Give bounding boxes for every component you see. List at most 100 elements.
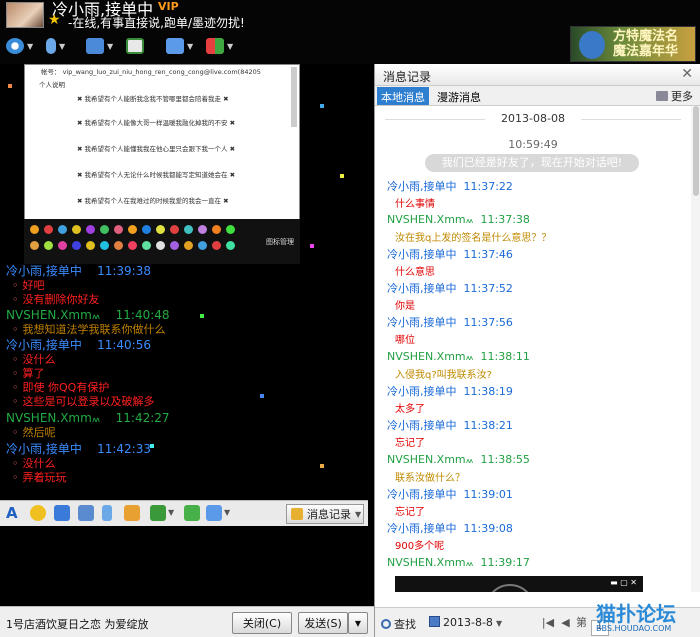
emoji-panel-image: 图标管理 [24, 219, 300, 264]
avatar[interactable] [6, 2, 44, 28]
message-text: ◦ 没有删除你好友 [12, 293, 100, 306]
history-message-header: 冷小雨,接单中 11:37:56 [387, 316, 513, 329]
remote-desktop-button[interactable]: ▼ [166, 36, 206, 56]
send-file-button[interactable]: ▼ [86, 36, 126, 56]
promo-banner[interactable]: 方特魔法名 魔法嘉年华 [570, 26, 696, 62]
confetti-dot [200, 314, 204, 318]
image-icon[interactable] [150, 505, 166, 521]
compose-footer: 1号店酒饮夏日之恋 为爱绽放 关闭(C) 发送(S) ▼ [0, 606, 374, 637]
message-text: ◦ 这些是可以登录以及破解多 [12, 395, 155, 408]
chevron-down-icon[interactable]: ▼ [27, 42, 33, 51]
screen-share-icon [166, 38, 184, 54]
tab-local-messages[interactable]: 本地消息 [377, 87, 429, 105]
close-icon[interactable]: ✕ [681, 66, 693, 82]
history-title: 消息记录 [383, 70, 432, 84]
confetti-dot [320, 464, 324, 468]
emoji-icon [100, 241, 109, 250]
screenshot-text: ✖ 我希望有个人无论什么时候我都能写定知道她会在 ✖ [77, 171, 236, 179]
history-message-header: 冷小雨,接单中 11:39:08 [387, 522, 513, 535]
message-history-button[interactable]: 消息记录 ▼ [286, 504, 364, 524]
history-message-text: 太多了 [395, 404, 425, 415]
emoji-icon [58, 241, 67, 250]
vip-badge: VIP [158, 0, 179, 13]
history-message-text: 什么事情 [395, 199, 435, 210]
emoji-icon [142, 241, 151, 250]
chevron-down-icon: ▼ [354, 618, 362, 628]
confetti-dot [310, 244, 314, 248]
emoji-icon [58, 225, 67, 234]
forum-watermark: 猫扑论坛 BBS.HOUDAO.COM [596, 602, 676, 633]
message-text: ◦ 然后呢 [12, 426, 56, 439]
emoji-icon [72, 225, 81, 234]
banner-text: 方特魔法名 魔法嘉年华 [613, 29, 679, 59]
chat-toolbar: ▼ ▼ ▼ ▼ ▼ [6, 36, 246, 56]
compose-toolbar: A ▼ ▼ 消息记录 ▼ [0, 500, 368, 526]
emoji-icon [184, 241, 193, 250]
video-call-button[interactable]: ▼ [6, 36, 46, 56]
tab-roaming-messages[interactable]: 漫游消息 [433, 87, 485, 105]
star-icon: ★ [48, 12, 61, 28]
history-message-header: 冷小雨,接单中 11:37:22 [387, 180, 513, 193]
prev-page-icon[interactable]: ◀ [559, 616, 573, 629]
emoji-icon [198, 241, 207, 250]
search-icon [381, 619, 391, 629]
send-options-button[interactable]: ▼ [348, 612, 368, 634]
more-button[interactable]: 更多 [656, 88, 693, 104]
history-message-list[interactable]: 2013-08-08 10:59:49 我们已经是好友了，现在开始对话吧! 冷小… [375, 106, 691, 592]
message-text: ◦ 我想知道法学我联系你做什么 [12, 323, 166, 336]
history-scrollbar[interactable] [691, 106, 700, 592]
emoji-icon [156, 225, 165, 234]
emoji-icon[interactable] [30, 505, 46, 521]
history-message-header: NVSHEN.Xmm៳ 11:39:17 [387, 556, 530, 569]
history-message-header: NVSHEN.Xmm៳ 11:38:11 [387, 350, 530, 363]
emoji-icon [142, 225, 151, 234]
close-button[interactable]: 关闭(C) [232, 612, 292, 634]
send-button[interactable]: 发送(S) [298, 612, 348, 634]
message-text: ◦ 弄着玩玩 [12, 471, 67, 484]
chevron-down-icon[interactable]: ▼ [227, 42, 233, 51]
voice-call-button[interactable]: ▼ [46, 36, 86, 56]
history-message-text: 汝在我q上发的签名是什么意思？？ [395, 233, 552, 244]
message-input[interactable] [0, 526, 368, 606]
screenshot-icon[interactable] [78, 505, 94, 521]
chevron-down-icon[interactable]: ▼ [59, 42, 65, 51]
chevron-down-icon[interactable]: ▼ [224, 505, 240, 521]
shake-icon[interactable] [54, 505, 70, 521]
doodle-icon[interactable] [124, 505, 140, 521]
find-button[interactable]: 查找 [381, 616, 416, 632]
chat-message-area[interactable]: 帐号： vip_wang_luo_zui_niu_hong_ren_cong_c… [0, 64, 368, 500]
history-message-text: 入侵我q?叫我联系汝? [395, 370, 492, 381]
history-message-header: 冷小雨,接单中 11:37:52 [387, 282, 513, 295]
emoji-icon [170, 225, 179, 234]
chevron-down-icon: ▼ [495, 619, 503, 628]
more-tools-icon[interactable] [206, 505, 222, 521]
date-separator: 2013-08-08 [375, 112, 691, 125]
emoji-icon [156, 241, 165, 250]
chevron-down-icon[interactable]: ▼ [107, 42, 113, 51]
ad-link[interactable]: 1号店酒饮夏日之恋 为爱绽放 [6, 616, 149, 632]
history-message-header: 冷小雨,接单中 11:39:01 [387, 488, 513, 501]
font-icon[interactable]: A [6, 505, 22, 521]
music-icon[interactable] [184, 505, 200, 521]
emoji-icon [128, 241, 137, 250]
emoji-icon [114, 225, 123, 234]
chevron-down-icon[interactable]: ▼ [168, 505, 184, 521]
chevron-down-icon[interactable]: ▼ [187, 42, 193, 51]
history-message-text: 忘记了 [395, 438, 425, 449]
emoji-icon [114, 241, 123, 250]
create-group-button[interactable] [126, 36, 166, 56]
date-filter-button[interactable]: 2013-8-8 ▼ [429, 616, 502, 629]
message-history-panel: 消息记录 ✕ 本地消息 漫游消息 更多 2013-08-08 10:59:49 … [374, 64, 700, 637]
screenshot-text: ✖ 我希望有个人能像大哥一样温暖我融化掉我的不安 ✖ [77, 119, 236, 127]
first-page-icon[interactable]: |◀ [541, 616, 555, 629]
apps-icon [206, 38, 224, 54]
screenshot-text: 个人说明 [39, 81, 65, 89]
emoji-icon [44, 241, 53, 250]
history-message-text: 你是 [395, 301, 415, 312]
voice-message-icon[interactable] [102, 505, 112, 521]
scrollbar-thumb[interactable] [693, 106, 699, 196]
screenshot-text: ✖ 我希望有个人在我难过的时候我爱的我会一直在 ✖ [77, 197, 229, 205]
video-thumbnail[interactable]: ▬ ▢ ✕ [395, 576, 643, 592]
emoji-icon [44, 225, 53, 234]
apps-button[interactable]: ▼ [206, 36, 246, 56]
